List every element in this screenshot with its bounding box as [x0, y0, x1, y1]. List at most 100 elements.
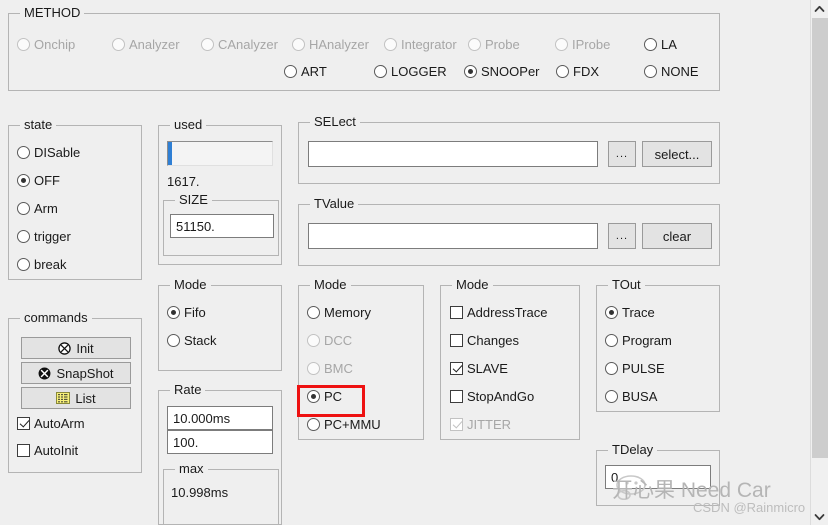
state-radio-arm[interactable]: Arm — [17, 199, 58, 217]
tvalue-dots-label: ... — [615, 230, 629, 242]
autoarm-checkbox[interactable]: AutoArm — [17, 414, 85, 432]
mode-pc-label: Memory — [324, 304, 371, 320]
rate-input-count[interactable]: 100. — [167, 430, 273, 454]
state-radio-label: OFF — [34, 172, 60, 188]
state-radio-off[interactable]: OFF — [17, 171, 60, 189]
dialog-canvas: METHOD Onchip Analyzer CAnalyzer HAnalyz… — [0, 0, 810, 525]
mode-radio-bmc[interactable]: BMC — [307, 359, 353, 377]
commands-group: commands Init SnapShot List AutoArm Auto… — [8, 311, 142, 473]
radio-dot-icon — [17, 145, 30, 159]
mode-pc-label: PC — [324, 388, 343, 404]
method-radio-hanalyzer[interactable]: HAnalyzer — [292, 35, 369, 53]
mode-trace-legend: Mode — [452, 278, 493, 292]
tvalue-action-button[interactable]: clear — [642, 223, 712, 249]
method-radio-art[interactable]: ART — [284, 62, 327, 80]
tvalue-dots-button[interactable]: ... — [608, 223, 636, 249]
used-value: 1617. — [167, 174, 200, 189]
method-radio-none[interactable]: NONE — [644, 62, 699, 80]
autoinit-label: AutoInit — [34, 442, 79, 458]
circle-x-filled-icon — [38, 367, 51, 379]
tdelay-input[interactable]: 0. — [605, 465, 711, 489]
radio-dot-icon — [556, 64, 569, 78]
tout-group-legend: TOut — [608, 278, 645, 292]
mode-checkbox-changes[interactable]: Changes — [450, 331, 519, 349]
radio-dot-icon — [17, 37, 30, 51]
radio-dot-icon — [468, 37, 481, 51]
mode-radio-dcc[interactable]: DCC — [307, 331, 352, 349]
radio-dot-icon — [284, 64, 297, 78]
method-radio-canalyzer[interactable]: CAnalyzer — [201, 35, 278, 53]
method-radio-probe[interactable]: Probe — [468, 35, 520, 53]
mode-radio-fifo[interactable]: Fifo — [167, 303, 206, 321]
method-radio-fdx[interactable]: FDX — [556, 62, 599, 80]
method-group-legend: METHOD — [20, 6, 85, 20]
state-radio-trigger[interactable]: trigger — [17, 227, 71, 245]
radio-dot-icon — [307, 361, 320, 375]
used-group: used 1617. SIZE 51150. — [158, 118, 282, 265]
tout-radio-program[interactable]: Program — [605, 331, 672, 349]
select-input[interactable] — [308, 141, 598, 167]
mode-trace-group: Mode AddressTrace Changes SLAVE StopAndG… — [440, 278, 580, 440]
rate-group: Rate 10.000ms 100. max 10.998ms — [158, 383, 282, 525]
autoarm-label: AutoArm — [34, 415, 85, 431]
tvalue-group: TValue ... clear — [298, 197, 720, 266]
size-group-legend: SIZE — [175, 193, 212, 207]
list-button[interactable]: List — [21, 387, 131, 409]
autoinit-checkbox[interactable]: AutoInit — [17, 441, 78, 459]
snapshot-button-label: SnapShot — [56, 365, 114, 381]
mode-radio-pc[interactable]: PC — [307, 387, 342, 405]
method-radio-label: Probe — [485, 36, 520, 52]
tout-label: Program — [622, 332, 672, 348]
method-radio-iprobe[interactable]: IProbe — [555, 35, 610, 53]
radio-dot-icon — [555, 37, 568, 51]
size-input[interactable]: 51150. — [170, 214, 274, 238]
mode-fifo-legend: Mode — [170, 278, 211, 292]
mode-pc-group: Mode Memory DCC BMC PC PC+MMU — [298, 278, 424, 440]
checkbox-box-icon — [450, 417, 463, 431]
state-group-legend: state — [20, 118, 57, 132]
select-dots-label: ... — [615, 148, 629, 160]
radio-dot-icon — [307, 305, 320, 319]
tout-label: Trace — [622, 304, 655, 320]
method-radio-analyzer[interactable]: Analyzer — [112, 35, 180, 53]
snapshot-button[interactable]: SnapShot — [21, 362, 131, 384]
select-dots-button[interactable]: ... — [608, 141, 636, 167]
mode-checkbox-slave[interactable]: SLAVE — [450, 359, 508, 377]
method-radio-la[interactable]: LA — [644, 35, 677, 53]
tout-radio-pulse[interactable]: PULSE — [605, 359, 665, 377]
tvalue-input[interactable] — [308, 223, 598, 249]
radio-dot-icon — [201, 37, 214, 51]
state-radio-break[interactable]: break — [17, 255, 67, 273]
mode-checkbox-addresstrace[interactable]: AddressTrace — [450, 303, 547, 321]
checkbox-box-icon — [17, 443, 30, 457]
mode-radio-memory[interactable]: Memory — [307, 303, 371, 321]
method-radio-onchip[interactable]: Onchip — [17, 35, 75, 53]
scrollbar-thumb[interactable] — [812, 18, 828, 458]
tout-radio-busa[interactable]: BUSA — [605, 387, 657, 405]
init-button[interactable]: Init — [21, 337, 131, 359]
chevron-down-icon[interactable] — [811, 508, 828, 525]
chevron-up-icon[interactable] — [811, 0, 828, 17]
select-action-button[interactable]: select... — [642, 141, 712, 167]
radio-dot-icon — [464, 64, 477, 78]
rate-input-time[interactable]: 10.000ms — [167, 406, 273, 430]
state-radio-disable[interactable]: DISable — [17, 143, 80, 161]
tout-radio-trace[interactable]: Trace — [605, 303, 655, 321]
mode-checkbox-jitter[interactable]: JITTER — [450, 415, 511, 433]
mode-radio-pcmmu[interactable]: PC+MMU — [307, 415, 381, 433]
method-radio-snooper[interactable]: SNOOPer — [464, 62, 540, 80]
method-radio-label: Onchip — [34, 36, 76, 52]
vertical-scrollbar[interactable] — [810, 0, 828, 525]
method-radio-logger[interactable]: LOGGER — [374, 62, 447, 80]
method-radio-label: SNOOPer — [481, 63, 540, 79]
mode-checkbox-stopandgo[interactable]: StopAndGo — [450, 387, 534, 405]
mode-trace-label: AddressTrace — [467, 304, 548, 320]
mode-pc-legend: Mode — [310, 278, 351, 292]
radio-dot-icon — [374, 64, 387, 78]
radio-dot-icon — [17, 229, 30, 243]
mode-pc-label: BMC — [324, 360, 353, 376]
mode-radio-stack[interactable]: Stack — [167, 331, 217, 349]
radio-dot-icon — [167, 333, 180, 347]
method-radio-integrator[interactable]: Integrator — [384, 35, 457, 53]
circle-x-outline-icon — [58, 341, 72, 355]
